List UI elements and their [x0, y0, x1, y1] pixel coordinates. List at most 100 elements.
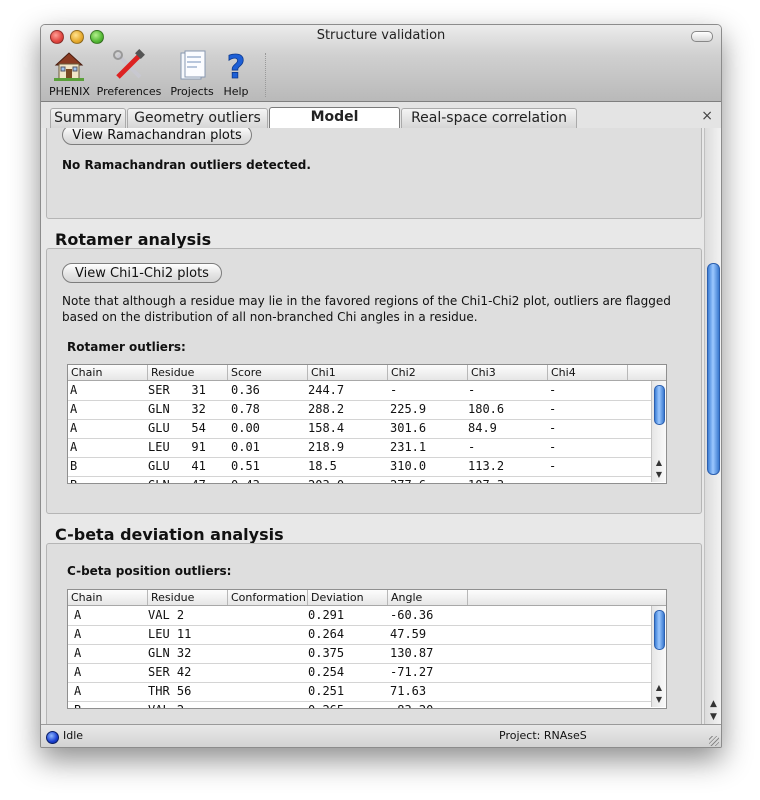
svg-text:?: ?: [227, 49, 246, 83]
toolbar-toggle-button[interactable]: [691, 31, 713, 42]
table-cell-chi4: -: [549, 459, 557, 473]
table-cell-chi2: 301.6: [390, 421, 427, 435]
table-cell-score: 0.01: [231, 440, 260, 454]
table-cell-residue: VAL 2: [148, 701, 184, 708]
table-cell-chi1: 158.4: [308, 421, 345, 435]
table-row[interactable]: A THR 56 0.251 71.63: [68, 682, 666, 702]
table-row[interactable]: A LEU 11 0.264 47.59: [68, 625, 666, 645]
scroll-up-icon[interactable]: ▲: [705, 698, 721, 711]
table-cell-chain: A: [74, 684, 82, 698]
column-header-chain[interactable]: Chain: [68, 365, 148, 380]
scroll-up-icon[interactable]: ▲: [652, 682, 666, 694]
tab-summary[interactable]: Summary: [50, 108, 126, 128]
table-cell-chi4: -: [549, 421, 557, 435]
main-scrollbar[interactable]: ▲ ▼: [704, 128, 721, 724]
phenix-toolbar-button[interactable]: PHENIX: [49, 49, 90, 98]
table-cell-chain: A: [70, 383, 78, 397]
table-cell-deviation: 0.291: [308, 608, 345, 622]
projects-toolbar-button[interactable]: Projects: [169, 49, 215, 98]
title-bar: Structure validation PHENIX Preferences …: [41, 25, 721, 102]
close-tab-icon[interactable]: ×: [701, 108, 713, 124]
table-row[interactable]: A SER 31 0.36 244.7 - - -: [68, 381, 666, 401]
column-header-chain[interactable]: Chain: [68, 590, 148, 605]
table-cell-chi3: -: [468, 440, 476, 454]
table-cell-residue: GLN 32: [148, 646, 192, 660]
table-cell-residue: VAL 2: [148, 608, 185, 622]
cbeta-section-title: C-beta deviation analysis: [55, 525, 284, 544]
scroll-up-icon[interactable]: ▲: [652, 457, 666, 469]
rotamer-group: View Chi1-Chi2 plots Note that although …: [46, 248, 702, 514]
scroll-down-icon[interactable]: ▼: [705, 711, 721, 724]
column-header-chi2[interactable]: Chi2: [388, 365, 468, 380]
scroll-thumb[interactable]: [654, 610, 665, 650]
column-header-conformation[interactable]: Conformation: [228, 590, 308, 605]
scroll-thumb[interactable]: [654, 385, 665, 425]
main-scroll-thumb[interactable]: [707, 263, 720, 475]
table-cell-deviation: 0.265: [308, 701, 344, 708]
tab-model-validation[interactable]: Model validation: [269, 107, 400, 144]
table-cell-chi4: -: [549, 402, 557, 416]
table-row[interactable]: A GLN 32 0.375 130.87: [68, 644, 666, 664]
rotamer-outliers-table[interactable]: Chain Residue Score Chi1 Chi2 Chi3 Chi4 …: [67, 364, 667, 484]
table-cell-chi4: -: [549, 383, 557, 397]
column-header-residue[interactable]: Residue: [148, 365, 228, 380]
table-cell-deviation: 0.264: [308, 627, 345, 641]
view-ramachandran-plots-button[interactable]: View Ramachandran plots: [62, 128, 252, 145]
table-cell-chi3: 113.2: [468, 459, 505, 473]
preferences-toolbar-button[interactable]: Preferences: [96, 49, 162, 98]
column-header-residue[interactable]: Residue: [148, 590, 228, 605]
column-header-chi1[interactable]: Chi1: [308, 365, 388, 380]
table-cell-angle: 47.59: [390, 627, 427, 641]
table-cell-chi1: 218.9: [308, 440, 345, 454]
column-header-deviation[interactable]: Deviation: [308, 590, 388, 605]
tab-geometry-outliers[interactable]: Geometry outliers: [127, 108, 268, 128]
toolbar-separator: [265, 53, 267, 97]
tab-real-space-correlation[interactable]: Real-space correlation: [401, 108, 577, 128]
rotamer-table-scrollbar[interactable]: ▲ ▼: [651, 381, 666, 482]
status-state: Idle: [63, 729, 84, 742]
table-cell-score: 0.00: [231, 421, 260, 435]
cbeta-outliers-table[interactable]: Chain Residue Conformation Deviation Ang…: [67, 589, 667, 709]
scroll-down-icon[interactable]: ▼: [652, 469, 666, 481]
tools-icon: [112, 49, 146, 83]
table-cell-residue: LEU 91: [148, 440, 206, 454]
model-validation-panel: View Ramachandran plots No Ramachandran …: [41, 128, 703, 724]
rotamer-note-line-2: based on the distribution of all non-bra…: [62, 310, 478, 324]
view-chi1-chi2-plots-button[interactable]: View Chi1-Chi2 plots: [62, 263, 222, 283]
column-header-angle[interactable]: Angle: [388, 590, 468, 605]
help-toolbar-button[interactable]: ? Help: [219, 48, 253, 98]
column-header-chi3[interactable]: Chi3: [468, 365, 548, 380]
table-cell-chain: A: [74, 646, 82, 660]
table-cell-score: 0.51: [231, 459, 260, 473]
resize-grip-icon[interactable]: [709, 736, 719, 746]
ramachandran-message: No Ramachandran outliers detected.: [62, 158, 311, 172]
scroll-down-icon[interactable]: ▼: [652, 694, 666, 706]
table-row[interactable]: A VAL 2 0.291 -60.36: [68, 606, 666, 626]
table-cell-score: 0.36: [231, 383, 260, 397]
table-cell-chi2: 231.1: [390, 440, 427, 454]
table-row[interactable]: B VAL 2 0.265 -83.20: [68, 701, 666, 708]
table-cell-chain: A: [74, 627, 82, 641]
table-cell-chain: A: [70, 421, 78, 435]
cbeta-outliers-label: C-beta position outliers:: [67, 564, 232, 578]
toolbar-label: PHENIX: [49, 85, 90, 98]
table-cell-angle: 71.63: [390, 684, 427, 698]
table-row[interactable]: A GLN 32 0.78 288.2 225.9 180.6 -: [68, 400, 666, 420]
cbeta-table-scrollbar[interactable]: ▲ ▼: [651, 606, 666, 707]
table-row[interactable]: B GLN 47 0.43 203.0 277.6 107.3 -: [68, 476, 666, 483]
cbeta-group: C-beta position outliers: Chain Residue …: [46, 543, 702, 724]
table-cell-chain: B: [70, 459, 78, 473]
table-row[interactable]: A LEU 91 0.01 218.9 231.1 - -: [68, 438, 666, 458]
table-row[interactable]: A SER 42 0.254 -71.27: [68, 663, 666, 683]
table-cell-chi3: -: [468, 383, 476, 397]
column-header-chi4[interactable]: Chi4: [548, 365, 628, 380]
table-row[interactable]: A GLU 54 0.00 158.4 301.6 84.9 -: [68, 419, 666, 439]
table-cell-residue: GLU 41: [148, 459, 206, 473]
table-row[interactable]: B GLU 41 0.51 18.5 310.0 113.2 -: [68, 457, 666, 477]
table-cell-chi3: 180.6: [468, 402, 505, 416]
table-cell-angle: -71.27: [390, 665, 434, 679]
table-cell-chain: A: [74, 608, 82, 622]
status-bar: Idle Project: RNAseS: [41, 724, 721, 747]
column-header-score[interactable]: Score: [228, 365, 308, 380]
table-cell-score: 0.78: [231, 402, 260, 416]
